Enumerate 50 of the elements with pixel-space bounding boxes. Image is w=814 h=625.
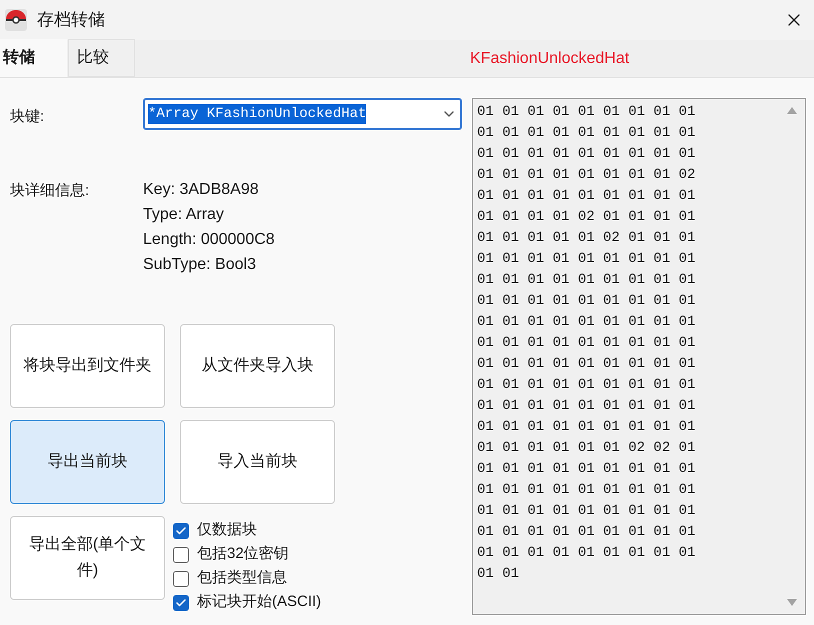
hex-row-text: 01 01 01 01 01 01 01 01 01 xyxy=(477,292,696,311)
checkbox-label: 标记块开始(ASCII) xyxy=(197,592,322,612)
window-title: 存档转储 xyxy=(37,9,105,32)
hex-row-text: 01 01 01 01 01 01 01 01 01 xyxy=(477,376,696,395)
checkbox-label: 包括32位密钥 xyxy=(197,544,289,564)
hex-row-text: 01 01 01 01 01 01 01 01 01 xyxy=(477,103,696,122)
hex-row-text: 01 01 01 01 01 01 01 01 01 xyxy=(477,397,696,416)
hex-row-text: 01 01 01 01 01 01 01 01 01 xyxy=(477,523,696,542)
action-button[interactable]: 导出全部(单个文件) xyxy=(10,516,165,600)
detail-line: Length: 000000C8 xyxy=(143,230,275,250)
hex-row-text: 01 01 01 01 01 01 01 01 01 xyxy=(477,334,696,353)
detail-line: Key: 3ADB8A98 xyxy=(143,180,260,200)
hex-row-text: 01 01 01 01 01 02 01 01 01 xyxy=(477,229,696,248)
checkbox[interactable] xyxy=(173,570,189,586)
action-button[interactable]: 从文件夹导入块 xyxy=(180,324,335,408)
hex-row-text: 01 01 01 01 01 01 01 01 01 xyxy=(477,145,696,164)
detail-line: Type: Array xyxy=(143,205,225,225)
check-icon xyxy=(175,524,187,536)
hex-row-text: 01 01 01 01 01 01 01 01 01 xyxy=(477,250,696,269)
details-label: 块详细信息: xyxy=(10,181,90,201)
hex-row-text: 01 01 01 01 02 01 01 01 01 xyxy=(477,208,696,227)
action-button[interactable]: 将块导出到文件夹 xyxy=(10,324,165,408)
hex-row-text: 01 01 01 01 01 01 01 01 01 xyxy=(477,355,696,374)
action-button[interactable]: 导出当前块 xyxy=(10,420,165,504)
tab[interactable]: 比较 xyxy=(68,39,135,77)
block-name-label: KFashionUnlockedHat xyxy=(470,48,630,68)
hex-row-text: 01 01 01 01 01 01 01 01 01 xyxy=(477,481,696,500)
hex-row-text: 01 01 01 01 01 01 01 01 01 xyxy=(477,502,696,521)
app-logo-icon xyxy=(5,9,27,31)
hex-row-text: 01 01 01 01 01 01 01 01 01 xyxy=(477,460,696,479)
checkbox[interactable] xyxy=(173,522,189,538)
hex-row-text: 01 01 xyxy=(477,565,520,584)
hex-row-text: 01 01 01 01 01 01 01 01 01 xyxy=(477,187,696,206)
detail-line: SubType: Bool3 xyxy=(143,255,257,275)
hex-row-text: 01 01 01 01 01 01 01 01 01 xyxy=(477,313,696,332)
hex-row-text: 01 01 01 01 01 01 02 02 01 xyxy=(477,439,696,458)
hex-row-text: 01 01 01 01 01 01 01 01 01 xyxy=(477,544,696,563)
hex-row-text: 01 01 01 01 01 01 01 01 02 xyxy=(477,166,696,185)
hex-row-text: 01 01 01 01 01 01 01 01 01 xyxy=(477,418,696,437)
checkbox[interactable] xyxy=(173,546,189,562)
hex-row-text: 01 01 01 01 01 01 01 01 01 xyxy=(477,124,696,143)
checkbox-label: 仅数据块 xyxy=(197,520,257,540)
checkbox-label: 包括类型信息 xyxy=(197,568,287,588)
check-icon xyxy=(175,596,187,608)
hex-row-text: 01 01 01 01 01 01 01 01 01 xyxy=(477,271,696,290)
action-button[interactable]: 导入当前块 xyxy=(180,420,335,504)
block-key-dropdown[interactable]: *Array KFashionUnlockedHat xyxy=(143,98,462,130)
checkbox[interactable] xyxy=(173,594,189,610)
block-key-label: 块键: xyxy=(10,107,46,127)
tab[interactable]: 转储 xyxy=(0,39,67,77)
